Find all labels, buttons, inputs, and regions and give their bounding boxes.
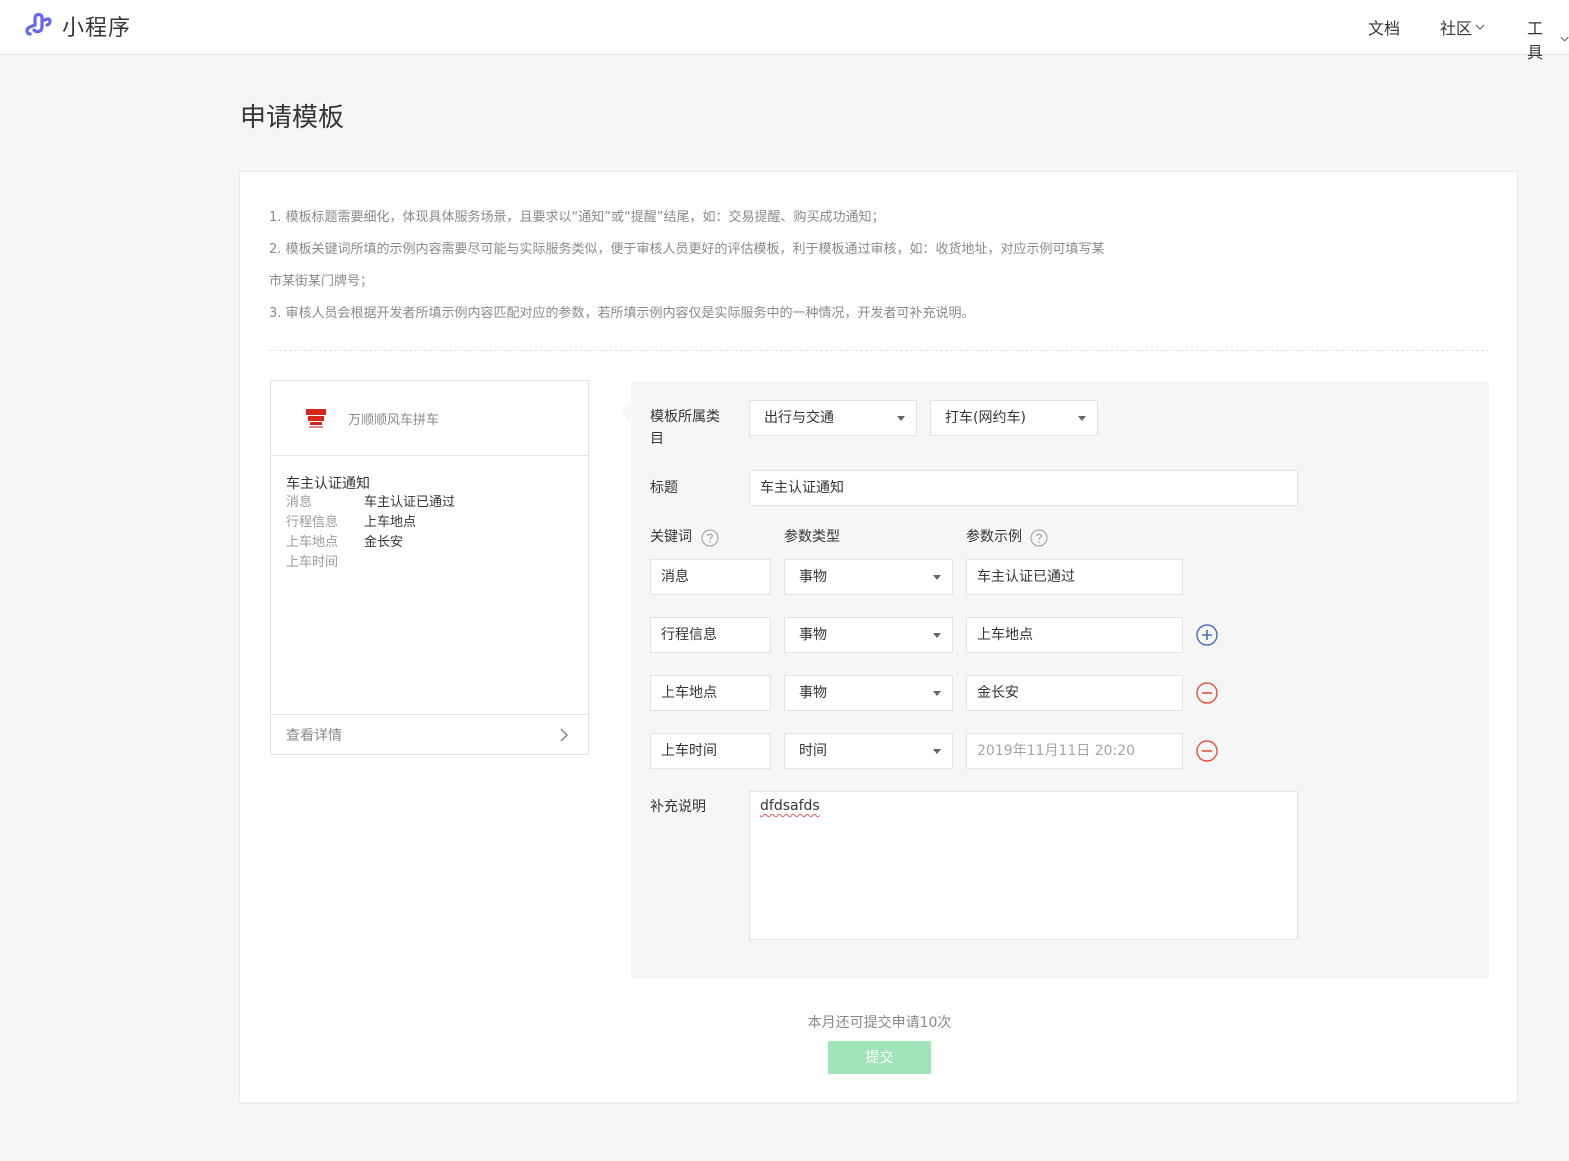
preview-row-key: 消息 bbox=[286, 495, 313, 510]
keyword-input[interactable]: 消息 bbox=[650, 559, 771, 595]
preview-title: 车主认证通知 bbox=[286, 476, 370, 492]
dashed-divider bbox=[269, 350, 1489, 351]
keyword-input-value: 上车时间 bbox=[661, 743, 717, 759]
param-type-value: 事物 bbox=[799, 685, 827, 701]
caret-down-icon bbox=[933, 633, 941, 638]
keyword-input-value: 消息 bbox=[661, 569, 689, 585]
template-preview: 万顺顺风车拼车 车主认证通知 消息 车主认证已通过 行程信息 上车地点 上车地点… bbox=[270, 380, 589, 755]
top-nav: 小程序 文档 社区 工具 bbox=[0, 0, 1569, 62]
nav-docs[interactable]: 文档 bbox=[1368, 15, 1400, 39]
template-form: 模板所属类目 出行与交通 打车(网约车) 标题 车主认证通知 关键词 参数类型 … bbox=[621, 381, 1489, 979]
supplement-textarea[interactable]: dfdsafds bbox=[749, 791, 1298, 940]
supplement-value: dfdsafds bbox=[760, 798, 820, 814]
title-input-value: 车主认证通知 bbox=[760, 480, 844, 496]
preview-row-value: 上车地点 bbox=[364, 515, 417, 530]
keyword-input-value: 行程信息 bbox=[661, 627, 717, 643]
preview-app-name: 万顺顺风车拼车 bbox=[348, 412, 440, 428]
preview-row-key: 上车地点 bbox=[286, 535, 339, 550]
category-primary-value: 出行与交通 bbox=[764, 410, 834, 426]
nav-tools-label: 工具 bbox=[1527, 19, 1544, 62]
param-type-value: 事物 bbox=[799, 627, 827, 643]
brand-name: 小程序 bbox=[62, 16, 132, 41]
nav-tools[interactable]: 工具 bbox=[1527, 15, 1569, 63]
view-details-link[interactable]: 查看详情 bbox=[271, 714, 588, 754]
preview-row: 消息 车主认证已通过 bbox=[286, 493, 455, 513]
keyword-input[interactable]: 上车地点 bbox=[650, 675, 771, 711]
keyword-input[interactable]: 上车时间 bbox=[650, 733, 771, 769]
view-details-label: 查看详情 bbox=[286, 727, 342, 744]
preview-row: 上车时间 bbox=[286, 553, 364, 573]
param-type-select[interactable]: 时间 bbox=[784, 733, 953, 769]
caret-down-icon bbox=[933, 691, 941, 696]
category-secondary-value: 打车(网约车) bbox=[945, 410, 1026, 426]
guideline-line: 市某街某门牌号； bbox=[269, 274, 374, 289]
keyword-input[interactable]: 行程信息 bbox=[650, 617, 771, 653]
chevron-down-icon bbox=[1475, 24, 1485, 30]
keyword-input-value: 上车地点 bbox=[661, 685, 717, 701]
preview-row: 上车地点 金长安 bbox=[286, 533, 403, 553]
submit-quota-text: 本月还可提交申请10次 bbox=[807, 1015, 952, 1031]
miniprogram-logo-icon bbox=[25, 12, 52, 36]
preview-row-key: 上车时间 bbox=[286, 555, 339, 570]
param-type-value: 时间 bbox=[799, 743, 827, 759]
nav-docs-label: 文档 bbox=[1368, 19, 1401, 38]
brand[interactable]: 小程序 bbox=[22, 9, 131, 43]
preview-row-value: 金长安 bbox=[364, 535, 404, 550]
add-keyword-icon[interactable] bbox=[1196, 624, 1218, 646]
preview-row-key: 行程信息 bbox=[286, 515, 339, 530]
preview-header: 万顺顺风车拼车 bbox=[271, 381, 588, 456]
param-example-column-header: 参数示例 bbox=[966, 529, 1022, 545]
title-input[interactable]: 车主认证通知 bbox=[749, 470, 1298, 506]
category-secondary-select[interactable]: 打车(网约车) bbox=[930, 400, 1098, 436]
param-example-value: 金长安 bbox=[977, 685, 1019, 701]
caret-down-icon bbox=[897, 416, 905, 421]
submit-button[interactable]: 提交 bbox=[828, 1041, 931, 1074]
page-title: 申请模板 bbox=[240, 103, 345, 133]
param-example-value: 车主认证已通过 bbox=[977, 569, 1075, 585]
remove-keyword-icon[interactable] bbox=[1196, 682, 1218, 704]
help-icon[interactable] bbox=[701, 529, 719, 547]
category-primary-select[interactable]: 出行与交通 bbox=[749, 400, 917, 436]
chevron-right-icon bbox=[560, 727, 569, 742]
param-example-input[interactable]: 2019年11月11日 20:20 bbox=[966, 733, 1183, 769]
caret-down-icon bbox=[933, 749, 941, 754]
chevron-down-icon bbox=[1560, 36, 1569, 42]
remove-keyword-icon[interactable] bbox=[1196, 740, 1218, 762]
supplement-label: 补充说明 bbox=[650, 799, 706, 815]
param-example-value: 2019年11月11日 20:20 bbox=[977, 743, 1136, 759]
param-example-input[interactable]: 金长安 bbox=[966, 675, 1183, 711]
category-label: 模板所属类目 bbox=[650, 409, 720, 447]
guideline-line: 3. 审核人员会根据开发者所填示例内容匹配对应的参数，若所填示例内容仅是实际服务… bbox=[269, 306, 975, 321]
caret-down-icon bbox=[1078, 416, 1086, 421]
guideline-line: 1. 模板标题需要细化，体现具体服务场景，且要求以“通知”或“提醒”结尾，如：交… bbox=[269, 210, 885, 225]
param-type-select[interactable]: 事物 bbox=[784, 559, 953, 595]
param-example-input[interactable]: 上车地点 bbox=[966, 617, 1183, 653]
nav-community[interactable]: 社区 bbox=[1440, 15, 1485, 39]
preview-row: 行程信息 上车地点 bbox=[286, 513, 416, 533]
param-type-select[interactable]: 事物 bbox=[784, 675, 953, 711]
param-example-input[interactable]: 车主认证已通过 bbox=[966, 559, 1183, 595]
keyword-column-header: 关键词 bbox=[650, 529, 692, 545]
param-example-value: 上车地点 bbox=[977, 627, 1033, 643]
apply-template-card: 1. 模板标题需要细化，体现具体服务场景，且要求以“通知”或“提醒”结尾，如：交… bbox=[239, 171, 1518, 1103]
preview-row-value: 车主认证已通过 bbox=[364, 495, 456, 510]
param-type-select[interactable]: 事物 bbox=[784, 617, 953, 653]
caret-down-icon bbox=[933, 575, 941, 580]
guideline-line: 2. 模板关键词所填的示例内容需要尽可能与实际服务类似，便于审核人员更好的评估模… bbox=[269, 242, 1105, 257]
app-logo-icon bbox=[306, 409, 326, 428]
title-label: 标题 bbox=[650, 480, 678, 496]
nav-community-label: 社区 bbox=[1440, 19, 1473, 38]
help-icon[interactable] bbox=[1030, 529, 1048, 547]
param-type-column-header: 参数类型 bbox=[784, 529, 840, 545]
param-type-value: 事物 bbox=[799, 569, 827, 585]
guidelines: 1. 模板标题需要细化，体现具体服务场景，且要求以“通知”或“提醒”结尾，如：交… bbox=[269, 202, 1209, 330]
